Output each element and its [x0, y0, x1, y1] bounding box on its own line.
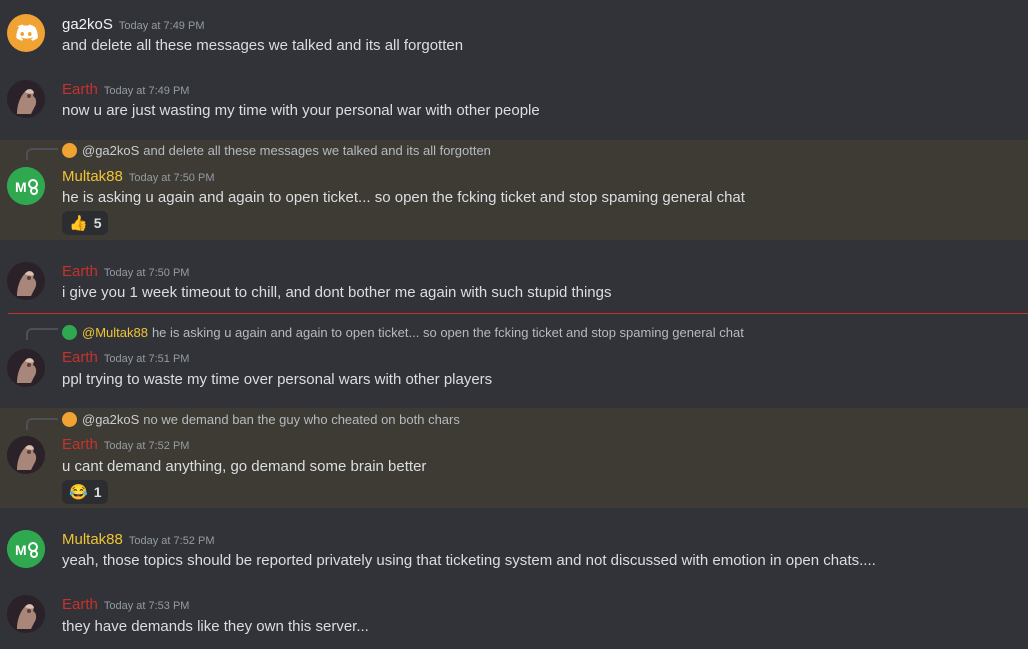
reply-author[interactable]: @ga2koS: [82, 143, 139, 158]
thumbs-up-icon: 👍: [69, 215, 88, 232]
message-text: and delete all these messages we talked …: [62, 37, 464, 54]
reply-preview[interactable]: @Multak88 he is asking u again and again…: [62, 325, 744, 340]
message-text: yeah, those topics should be reported pr…: [62, 552, 876, 569]
message: Earth Today at 7:49 PM now u are just was…: [0, 72, 1028, 134]
timestamp: Today at 7:51 PM: [103, 353, 190, 365]
reply-author[interactable]: @ga2koS: [82, 412, 139, 427]
username[interactable]: ga2koS: [62, 16, 113, 33]
reply-spine: [26, 148, 58, 160]
multak-avatar-icon: [62, 325, 77, 340]
timestamp: Today at 7:53 PM: [103, 600, 190, 612]
message-text: ppl trying to waste my time over persona…: [62, 371, 493, 388]
reply-author[interactable]: @Multak88: [82, 325, 148, 340]
username[interactable]: Earth: [62, 436, 98, 453]
message-header: Earth Today at 7:49 PM: [62, 81, 189, 99]
reaction-joy[interactable]: 😂 1: [62, 480, 109, 504]
new-messages-divider: [8, 313, 1028, 314]
message-header: Multak88 Today at 7:50 PM: [62, 168, 214, 186]
username[interactable]: Earth: [62, 81, 98, 98]
message-text: u cant demand anything, go demand some b…: [62, 458, 427, 475]
message-mention-highlight: @ga2koS and delete all these messages we…: [0, 140, 1028, 240]
svg-text:M: M: [15, 179, 27, 195]
message-header: Earth Today at 7:53 PM: [62, 596, 189, 614]
discord-logo-icon: [16, 24, 38, 41]
earth-avatar-icon: [7, 80, 45, 118]
reaction-count: 1: [93, 484, 102, 500]
earth-avatar-icon: [7, 262, 45, 300]
username[interactable]: Earth: [62, 349, 98, 366]
avatar[interactable]: M: [7, 167, 45, 205]
timestamp: Today at 7:52 PM: [128, 535, 215, 547]
discord-logo-icon: [62, 143, 77, 158]
avatar[interactable]: [7, 349, 45, 387]
multak-avatar-icon: M: [7, 167, 45, 205]
timestamp: Today at 7:49 PM: [103, 85, 190, 97]
username[interactable]: Earth: [62, 596, 98, 613]
timestamp: Today at 7:52 PM: [103, 440, 190, 452]
multak-avatar-icon: M: [7, 530, 45, 568]
timestamp: Today at 7:50 PM: [103, 267, 190, 279]
avatar[interactable]: [7, 436, 45, 474]
avatar[interactable]: [7, 80, 45, 118]
reply-spine: [26, 418, 58, 430]
reaction-thumbs-up[interactable]: 👍 5: [62, 211, 109, 235]
username[interactable]: Multak88: [62, 168, 123, 185]
message-header: Multak88 Today at 7:52 PM: [62, 531, 214, 549]
message-header: ga2koS Today at 7:49 PM: [62, 16, 204, 34]
message-text: now u are just wasting my time with your…: [62, 102, 540, 119]
earth-avatar-icon: [7, 595, 45, 633]
reply-preview[interactable]: @ga2koS and delete all these messages we…: [62, 143, 491, 158]
reply-text: and delete all these messages we talked …: [143, 143, 491, 158]
earth-avatar-icon: [7, 349, 45, 387]
message: Earth Today at 7:50 PM i give you 1 week …: [0, 254, 1028, 310]
username[interactable]: Earth: [62, 263, 98, 280]
reply-text: he is asking u again and again to open t…: [151, 325, 744, 340]
svg-text:M: M: [15, 542, 27, 558]
message: Earth Today at 7:53 PM they have demands …: [0, 588, 1028, 649]
reaction-count: 5: [93, 215, 102, 231]
message-header: Earth Today at 7:52 PM: [62, 436, 189, 454]
timestamp: Today at 7:50 PM: [128, 172, 215, 184]
message: M Multak88 Today at 7:52 PM yeah, those t…: [0, 522, 1028, 578]
reply-preview[interactable]: @ga2koS no we demand ban the guy who che…: [62, 412, 460, 427]
message: ga2koS Today at 7:49 PM and delete all th…: [0, 8, 1028, 68]
message: @Multak88 he is asking u again and again…: [0, 320, 1028, 404]
joy-icon: 😂: [69, 484, 88, 501]
avatar[interactable]: M: [7, 530, 45, 568]
message-text: i give you 1 week timeout to chill, and …: [62, 284, 612, 301]
reply-spine: [26, 328, 58, 340]
earth-avatar-icon: [7, 436, 45, 474]
avatar[interactable]: [7, 595, 45, 633]
avatar[interactable]: [7, 14, 45, 52]
message-text: he is asking u again and again to open t…: [62, 189, 745, 206]
message-text: they have demands like they own this ser…: [62, 618, 369, 635]
message-header: Earth Today at 7:50 PM: [62, 263, 189, 281]
message-mention-highlight: @ga2koS no we demand ban the guy who che…: [0, 408, 1028, 508]
username[interactable]: Multak88: [62, 531, 123, 548]
discord-logo-icon: [62, 412, 77, 427]
timestamp: Today at 7:49 PM: [118, 20, 205, 32]
message-header: Earth Today at 7:51 PM: [62, 349, 189, 367]
reply-text: no we demand ban the guy who cheated on …: [143, 412, 460, 427]
avatar[interactable]: [7, 262, 45, 300]
